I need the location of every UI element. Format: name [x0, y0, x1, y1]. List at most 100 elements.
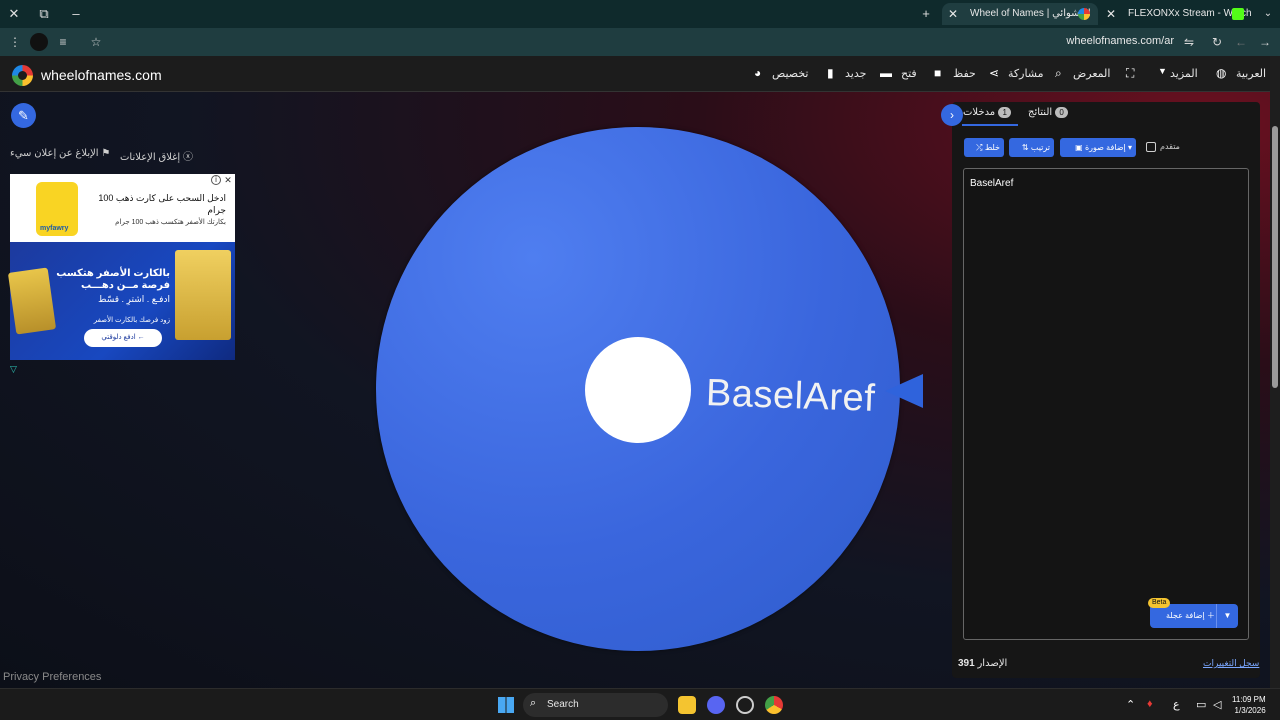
- flag-icon: ⚑: [101, 148, 111, 159]
- system-clock[interactable]: 11:09 PM 1/3/2026: [1232, 694, 1266, 716]
- ad-close-icon[interactable]: ✕: [223, 175, 233, 185]
- tab-title: Wheel of Names | العشوائي: [970, 8, 1091, 19]
- nav-gallery[interactable]: المعرض: [1073, 67, 1110, 80]
- wheel-center-hub[interactable]: [585, 337, 691, 443]
- close-circle-icon: ⓧ: [182, 152, 193, 163]
- scrollbar-thumb[interactable]: [1272, 126, 1278, 388]
- collapse-panel-chevron-icon[interactable]: ›: [941, 104, 963, 126]
- tray-overflow-icon[interactable]: ⌃: [1126, 698, 1135, 711]
- plus-icon: ＋: [1206, 611, 1215, 620]
- reload-icon[interactable]: ↻: [1208, 33, 1226, 51]
- ad-title: ادخل السحب على كارت ذهب 100 جرام: [98, 193, 226, 215]
- entries-count-badge: 1: [998, 107, 1012, 118]
- ad-headline: بالكارت الأصفر هتكسب فرصة مــن دهـــب: [56, 268, 170, 291]
- search-icon: ⌕: [530, 697, 537, 709]
- add-image-button[interactable]: ▾ إضافة صورة ▣: [1060, 138, 1136, 157]
- gold-card-image: [175, 250, 231, 340]
- clock-time: 11:09 PM: [1232, 695, 1266, 704]
- adchoices-icon[interactable]: ▽: [10, 364, 17, 375]
- tab-close-icon[interactable]: ✕: [1106, 3, 1116, 25]
- sort-button[interactable]: ترتيب ⇅: [1009, 138, 1054, 157]
- bookmark-star-icon[interactable]: ☆: [87, 33, 105, 51]
- window-restore-icon[interactable]: ⧉: [34, 4, 54, 24]
- file-explorer-icon[interactable]: [678, 696, 696, 714]
- privacy-preferences-link[interactable]: Privacy Preferences: [3, 671, 101, 683]
- network-icon[interactable]: ▭: [1196, 698, 1206, 711]
- nav-share[interactable]: مشاركة: [1008, 67, 1044, 80]
- fullscreen-icon[interactable]: ⛶: [1126, 66, 1134, 81]
- tab-search-icon[interactable]: ⌄: [1258, 4, 1278, 24]
- main-area: ✎ الإبلاغ عن إعلان سيء ⚑ إغلاق الإعلانات…: [0, 92, 1270, 688]
- advanced-label: متقدم: [1160, 142, 1180, 151]
- tab-results[interactable]: النتائج 0: [1028, 107, 1069, 118]
- site-header: wheelofnames.com ◕ تخصيص ▮ جديد ▬ فتح ■ …: [0, 56, 1280, 92]
- site-logo-icon[interactable]: [12, 65, 33, 86]
- file-icon: ▮: [827, 66, 834, 80]
- site-settings-icon[interactable]: ⇋: [1180, 33, 1198, 51]
- share-icon: ⋖: [989, 66, 1000, 80]
- tab-flexonxx[interactable]: ✕ FLEXONXx Stream - Watch: [1100, 3, 1252, 25]
- version-label: الإصدار: [977, 658, 1008, 669]
- nav-language[interactable]: العربية: [1236, 67, 1266, 80]
- window-minimize-icon[interactable]: –: [66, 4, 86, 24]
- caret-down-icon[interactable]: ▼: [1216, 604, 1238, 628]
- taskbar-search[interactable]: ⌕ Search: [523, 693, 668, 717]
- page-scrollbar[interactable]: [1270, 56, 1280, 688]
- advanced-checkbox[interactable]: [1146, 142, 1156, 152]
- add-wheel-label: إضافة عجلة: [1166, 611, 1205, 620]
- clock-date: 1/3/2026: [1234, 706, 1266, 715]
- chrome-icon[interactable]: [765, 696, 783, 714]
- save-disk-icon: ■: [934, 66, 942, 80]
- edit-pencil-icon[interactable]: ✎: [11, 103, 36, 128]
- nav-more[interactable]: المزيد: [1170, 67, 1198, 80]
- wheel-pointer-icon: [885, 374, 923, 408]
- new-tab-icon[interactable]: +: [916, 4, 936, 24]
- input-language[interactable]: ع: [1173, 698, 1180, 711]
- tab-results-label: النتائج: [1028, 107, 1053, 118]
- profile-avatar[interactable]: [30, 33, 48, 51]
- report-ad-link[interactable]: الإبلاغ عن إعلان سيء ⚑: [10, 148, 110, 159]
- windows-taskbar: ⌕ Search ⌃ ♦ ع ▭ ◁ 11:09 PM 1/3/2026: [0, 688, 1280, 720]
- window-close-icon[interactable]: ✕: [4, 4, 24, 24]
- entries-textarea[interactable]: [963, 168, 1249, 640]
- shuffle-button[interactable]: خلط ⤮: [964, 138, 1004, 157]
- ad-banner[interactable]: بالكارت الأصفر هتكسب فرصة مــن دهـــب اد…: [7, 242, 235, 360]
- add-image-label: إضافة صورة: [1084, 143, 1126, 152]
- windows-start-icon[interactable]: [498, 697, 514, 713]
- tab-entries[interactable]: مدخلات 1: [963, 107, 1012, 118]
- nav-save[interactable]: حفظ: [953, 67, 976, 80]
- beta-badge: Beta: [1148, 598, 1171, 608]
- site-name[interactable]: wheelofnames.com: [41, 67, 162, 83]
- version-number: 391: [958, 658, 975, 669]
- fawry-logo: myfawry: [36, 182, 78, 236]
- forward-icon[interactable]: ←: [1232, 33, 1250, 51]
- microphone-icon[interactable]: ♦: [1147, 698, 1153, 710]
- volume-icon[interactable]: ◁: [1213, 698, 1221, 711]
- ad-logo-text: myfawry: [40, 225, 69, 232]
- caret-down-icon: ▾: [1127, 143, 1132, 152]
- ad-info-icon[interactable]: i: [211, 175, 221, 185]
- app-icon[interactable]: [736, 696, 754, 714]
- url-field[interactable]: wheelofnames.com/ar: [1066, 35, 1174, 47]
- close-ads-label: إغلاق الإعلانات: [120, 152, 181, 163]
- tab-close-icon[interactable]: ✕: [948, 3, 958, 25]
- discord-icon[interactable]: [707, 696, 725, 714]
- nav-customize[interactable]: تخصيص: [772, 67, 809, 80]
- menu-icon[interactable]: ⋮: [6, 33, 24, 51]
- entry-text: BaselAref: [970, 178, 1014, 189]
- advertisement[interactable]: myfawry ادخل السحب على كارت ذهب 100 جرام…: [7, 174, 235, 360]
- tab-entries-label: مدخلات: [963, 107, 996, 118]
- changelog-link[interactable]: سجل التغييرات: [1203, 658, 1259, 669]
- close-ads-link[interactable]: إغلاق الإعلانات ⓧ: [120, 148, 193, 163]
- image-icon: ▣: [1075, 143, 1083, 152]
- shuffle-label: خلط: [984, 143, 1000, 152]
- back-icon[interactable]: →: [1256, 33, 1274, 51]
- reading-list-icon[interactable]: ≡: [54, 33, 72, 51]
- ad-cta-button[interactable]: ← ادفع دلوقتي: [84, 329, 162, 347]
- ad-subtitle: بكارتك الأصفر هتكسب ذهب 100 جرام: [115, 219, 226, 226]
- nav-new[interactable]: جديد: [845, 67, 866, 80]
- sort-label: ترتيب: [1030, 143, 1050, 152]
- taskbar-search-label: Search: [547, 699, 579, 710]
- tab-wheel-of-names[interactable]: ✕ Wheel of Names | العشوائي: [942, 3, 1098, 25]
- nav-open[interactable]: فتح: [901, 67, 917, 80]
